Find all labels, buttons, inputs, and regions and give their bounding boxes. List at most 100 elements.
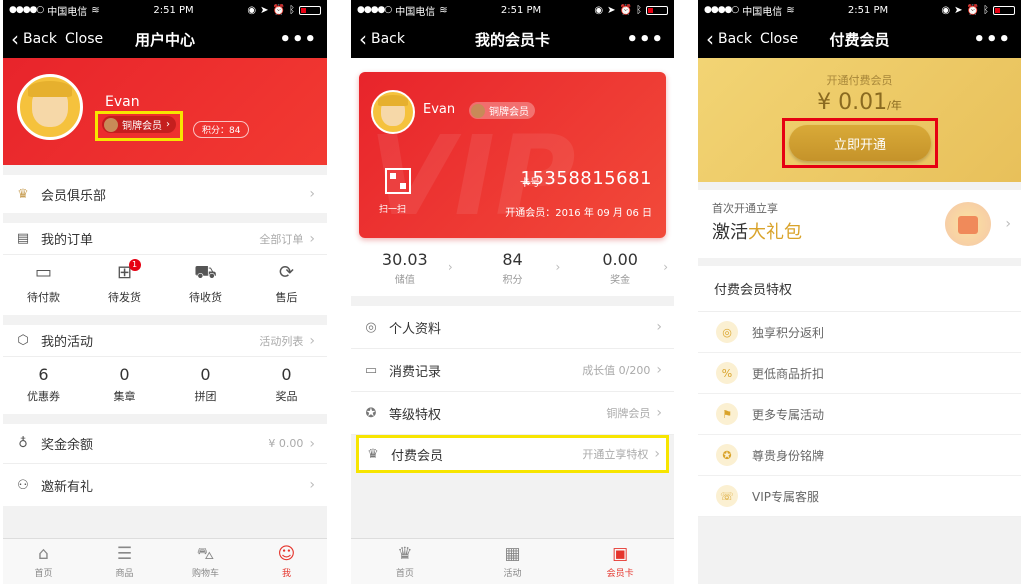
purchase-history-row[interactable]: ▭ 消费记录 成长值 0/200 › [351,349,674,392]
chevron-right-icon: › [656,405,662,421]
profile-header: Evan 铜牌会员 › 积分：84 [3,58,327,165]
stored-value-num: 30.03 [381,250,428,269]
prizes-label: 奖品 [275,390,298,403]
order-pending-payment[interactable]: ▭ 待付款 [3,263,84,305]
gift-bag-icon [945,202,991,246]
stored-value-stat[interactable]: 30.03 储值 › [351,250,459,286]
level-privileges-row[interactable]: ✪ 等级特权 铜牌会员 › [351,392,674,435]
stored-value-label: 储值 [394,275,415,286]
back-button[interactable]: ‹ Back [359,29,405,49]
crown-icon: ♛ [397,543,413,564]
qr-code-icon[interactable] [385,168,411,194]
tab-home[interactable]: ♛ 首页 [351,539,459,584]
price-period: /年 [887,99,902,112]
points-num: 84 [502,250,523,269]
invite-row[interactable]: ⚇ 邀新有礼 › [3,464,327,506]
group-buy-count[interactable]: 0 拼团 [165,365,246,404]
my-orders-label: 我的订单 [41,233,94,248]
more-button[interactable]: ••• [973,29,1011,50]
bonus-stat[interactable]: 0.00 奖金 › [566,250,674,286]
member-badge-label: 铜牌会员 [489,107,529,118]
chevron-right-icon: › [1005,216,1011,232]
tab-cart[interactable]: ⛍ 购物车 [165,539,246,584]
order-pending-receipt[interactable]: ⛟ 待收货 [165,263,246,305]
chevron-right-icon: › [447,260,453,274]
flag-icon: ⚑ [716,403,738,425]
avatar [371,90,415,134]
stamps-count[interactable]: 0 集章 [84,365,165,404]
member-badge[interactable]: 铜牌会员 › [102,116,176,133]
my-orders-row[interactable]: ▤ 我的订单 全部订单 › [3,223,327,255]
battery-icon [646,5,668,15]
privilege-label-3: 尊贵身份铭牌 [752,448,825,463]
lock-icon: ◉ [594,4,604,16]
status-bar: ●●●●○ 中国电信 ≋ 2:51 PM ◉ ➤ ⏰ ᛒ [3,0,327,20]
medal-icon [471,103,485,118]
prizes-num: 0 [281,365,292,384]
chevron-right-icon: › [309,477,315,493]
my-activities-row[interactable]: ⬡ 我的活动 活动列表 › [3,325,327,357]
activity-list-link[interactable]: 活动列表 [259,333,303,349]
clock: 2:51 PM [847,4,889,16]
privilege-item: ⚑ 更多专属活动 [698,394,1021,435]
user-name: Evan [105,94,140,110]
tab-products[interactable]: ☰ 商品 [84,539,165,584]
bonus-balance-row[interactable]: ♁ 奖金余额 ¥ 0.00 › [3,424,327,464]
carrier: 中国电信 [395,6,436,18]
paid-membership-row[interactable]: ♛ 付费会员 开通立享特权 › [356,435,669,473]
more-button[interactable]: ••• [626,29,664,50]
profile-row[interactable]: ◎ 个人资料 › [351,306,674,349]
member-club-row[interactable]: ♛ 会员俱乐部 › [3,175,327,213]
chevron-right-icon: › [309,230,315,247]
level-value: 铜牌会员 [606,407,651,420]
back-button[interactable]: ‹ Back [706,29,752,49]
lock-icon: ◉ [941,4,951,16]
nav-bar: ‹ Back Close 付费会员 ••• [698,20,1021,58]
open-button-highlight: 立即开通 [782,118,938,168]
wifi-icon: ≋ [439,4,448,16]
tab-home[interactable]: ⌂ 首页 [3,539,84,584]
vip-card[interactable]: VIP Evan 铜牌会员 扫一扫 卡号 15358815681 开通会员：20… [359,72,666,238]
privilege-label-0: 独享积分返利 [752,325,825,340]
battery-icon [299,5,321,15]
back-label: Back [23,31,57,47]
order-after-sales[interactable]: ⟳ 售后 [246,263,327,305]
tab-bar: ♛ 首页 ▦ 活动 ▣ 会员卡 [351,538,674,584]
member-badge-label: 铜牌会员 [122,121,162,132]
tab-member-card-label: 会员卡 [606,568,634,579]
my-activities-label: 我的活动 [41,335,94,350]
points-badge[interactable]: 积分：84 [193,121,250,138]
more-button[interactable]: ••• [279,29,317,50]
notification-badge: 1 [128,259,141,271]
group-buy-label: 拼团 [194,390,217,403]
service-icon: ☏ [716,485,738,507]
activity-counts: 6 优惠券 0 集章 0 拼团 0 奖品 [3,357,327,414]
open-now-button[interactable]: 立即开通 [789,125,931,161]
coupons-count[interactable]: 6 优惠券 [3,365,84,404]
tab-me[interactable]: ☺ 我 [246,539,327,584]
gift-banner[interactable]: 首次开通立享 激活大礼包 › [698,190,1021,258]
points-stat[interactable]: 84 积分 › [459,250,567,286]
back-button[interactable]: ‹ Back [11,29,57,49]
signal-icon: ●●●●○ [9,5,44,15]
tab-activities[interactable]: ▦ 活动 [459,539,567,584]
refund-icon: ⟳ [278,262,295,283]
purchase-history-label: 消费记录 [389,364,442,380]
paid-header: 开通付费会员 ¥ 0.01/年 立即开通 [698,58,1021,182]
member-club-label: 会员俱乐部 [41,188,107,204]
phone-user-center: ●●●●○ 中国电信 ≋ 2:51 PM ◉ ➤ ⏰ ᛒ ‹ Back Close 用户中心… [3,0,327,584]
privileges-title: 付费会员特权 [698,266,1021,312]
prizes-count[interactable]: 0 奖品 [246,365,327,404]
avatar[interactable] [17,74,83,140]
bluetooth-icon: ᛒ [636,4,642,16]
tab-me-label: 我 [281,568,291,579]
all-orders-link[interactable]: 全部订单 [259,231,303,247]
tab-member-card[interactable]: ▣ 会员卡 [566,539,674,584]
list-icon: ☰ [116,543,133,564]
member-badge-highlight: 铜牌会员 › [95,111,183,141]
order-pending-receipt-label: 待收货 [189,291,222,304]
chevron-left-icon: ‹ [11,27,19,51]
order-pending-shipment[interactable]: ⊞ 1 待发货 [84,259,165,305]
discount-icon: % [716,362,738,384]
chevron-right-icon: › [663,260,669,274]
